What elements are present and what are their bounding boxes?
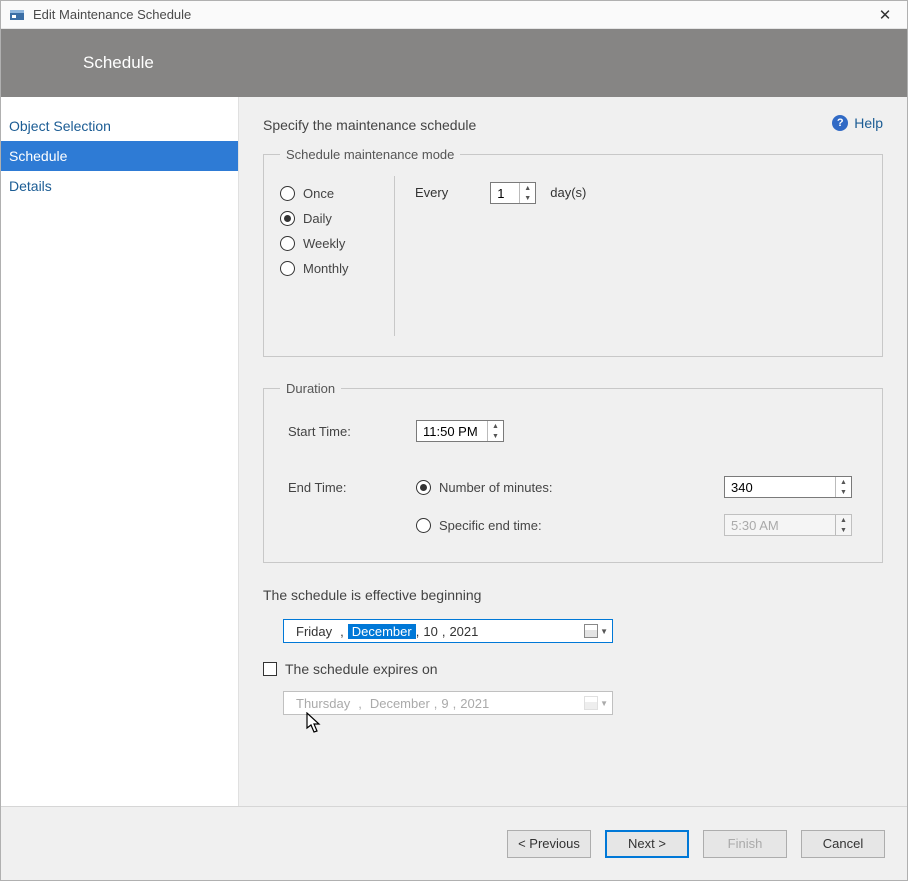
start-time-input[interactable] <box>417 421 487 441</box>
duration-group: Duration Start Time: ▲▼ End Time: <box>263 381 883 563</box>
dialog-body: Object Selection Schedule Details ? Help… <box>1 97 907 806</box>
chevron-up-icon: ▲ <box>836 515 851 525</box>
previous-button[interactable]: < Previous <box>507 830 591 858</box>
chevron-down-icon: ▼ <box>836 525 851 535</box>
calendar-icon <box>584 624 598 638</box>
cancel-button[interactable]: Cancel <box>801 830 885 858</box>
expire-day: 9 <box>437 696 452 711</box>
wizard-sidebar: Object Selection Schedule Details <box>1 97 239 806</box>
radio-end-minutes[interactable]: Number of minutes: <box>416 480 552 495</box>
end-specific-label: Specific end time: <box>439 518 542 533</box>
schedule-detail-panel: Every ▲▼ day(s) <box>395 176 866 336</box>
effective-date-picker[interactable]: Friday , December , 10 , 2021 ▼ <box>283 619 613 643</box>
finish-button: Finish <box>703 830 787 858</box>
start-time-label: Start Time: <box>288 424 416 439</box>
every-days-spinner[interactable]: ▲▼ <box>490 182 536 204</box>
calendar-button[interactable]: ▼ <box>584 624 608 638</box>
spinner-arrows[interactable]: ▲▼ <box>487 421 503 441</box>
chevron-up-icon: ▲ <box>488 421 503 431</box>
schedule-mode-radios: Once Daily Weekly Monthly <box>280 176 395 336</box>
wizard-footer: < Previous Next > Finish Cancel <box>1 806 907 880</box>
expire-year: 2021 <box>456 696 493 711</box>
radio-icon <box>280 236 295 251</box>
help-icon: ? <box>832 115 848 131</box>
duration-legend: Duration <box>280 381 341 396</box>
banner-title: Schedule <box>83 53 154 73</box>
chevron-up-icon: ▲ <box>836 477 851 487</box>
specific-end-spinner: ▲▼ <box>724 514 852 536</box>
chevron-down-icon: ▼ <box>836 487 851 497</box>
dialog-window: Edit Maintenance Schedule ✕ Schedule Obj… <box>0 0 908 881</box>
radio-end-specific[interactable]: Specific end time: <box>416 518 542 533</box>
spinner-arrows[interactable]: ▲▼ <box>835 477 851 497</box>
sidebar-item-schedule[interactable]: Schedule <box>1 141 238 171</box>
chevron-down-icon: ▼ <box>488 431 503 441</box>
spinner-arrows[interactable]: ▲▼ <box>519 183 535 203</box>
chevron-down-icon: ▼ <box>600 699 608 708</box>
help-label: Help <box>854 115 883 131</box>
radio-once-label: Once <box>303 186 334 201</box>
date-day[interactable]: 10 <box>419 624 441 639</box>
chevron-down-icon: ▼ <box>600 627 608 636</box>
end-time-label: End Time: <box>288 480 416 495</box>
radio-weekly-label: Weekly <box>303 236 345 251</box>
radio-icon <box>280 261 295 276</box>
date-month[interactable]: December <box>348 624 416 639</box>
minutes-input[interactable] <box>725 477 835 497</box>
specific-end-input <box>725 515 835 535</box>
instruction-text: Specify the maintenance schedule <box>263 117 883 133</box>
end-minutes-label: Number of minutes: <box>439 480 552 495</box>
every-label: Every <box>415 182 448 200</box>
chevron-down-icon: ▼ <box>520 193 535 203</box>
sidebar-item-details[interactable]: Details <box>1 171 238 201</box>
titlebar: Edit Maintenance Schedule ✕ <box>1 1 907 29</box>
window-title: Edit Maintenance Schedule <box>33 7 871 22</box>
expire-month: December <box>366 696 434 711</box>
radio-daily-label: Daily <box>303 211 332 226</box>
radio-icon <box>280 211 295 226</box>
minutes-spinner[interactable]: ▲▼ <box>724 476 852 498</box>
calendar-button: ▼ <box>584 696 608 710</box>
radio-monthly-label: Monthly <box>303 261 349 276</box>
date-weekday[interactable]: Friday <box>292 624 336 639</box>
effective-beginning-label: The schedule is effective beginning <box>263 587 883 603</box>
sidebar-item-object-selection[interactable]: Object Selection <box>1 111 238 141</box>
start-time-spinner[interactable]: ▲▼ <box>416 420 504 442</box>
unit-label: day(s) <box>550 182 586 200</box>
radio-icon <box>416 480 431 495</box>
help-link[interactable]: ? Help <box>832 115 883 131</box>
expire-weekday: Thursday <box>292 696 354 711</box>
date-year[interactable]: 2021 <box>445 624 482 639</box>
expires-checkbox[interactable] <box>263 662 277 676</box>
next-button[interactable]: Next > <box>605 830 689 858</box>
app-icon <box>9 7 25 23</box>
wizard-content: ? Help Specify the maintenance schedule … <box>239 97 907 806</box>
every-days-input[interactable] <box>491 183 519 203</box>
close-button[interactable]: ✕ <box>871 5 899 25</box>
radio-daily[interactable]: Daily <box>280 211 394 226</box>
radio-monthly[interactable]: Monthly <box>280 261 394 276</box>
radio-icon <box>280 186 295 201</box>
schedule-mode-legend: Schedule maintenance mode <box>280 147 460 162</box>
wizard-banner: Schedule <box>1 29 907 97</box>
expires-date-picker: Thursday , December , 9 , 2021 ▼ <box>283 691 613 715</box>
schedule-mode-group: Schedule maintenance mode Once Daily <box>263 147 883 357</box>
expires-checkbox-label[interactable]: The schedule expires on <box>285 661 438 677</box>
radio-once[interactable]: Once <box>280 186 394 201</box>
spinner-arrows: ▲▼ <box>835 515 851 535</box>
chevron-up-icon: ▲ <box>520 183 535 193</box>
radio-weekly[interactable]: Weekly <box>280 236 394 251</box>
calendar-icon <box>584 696 598 710</box>
radio-icon <box>416 518 431 533</box>
